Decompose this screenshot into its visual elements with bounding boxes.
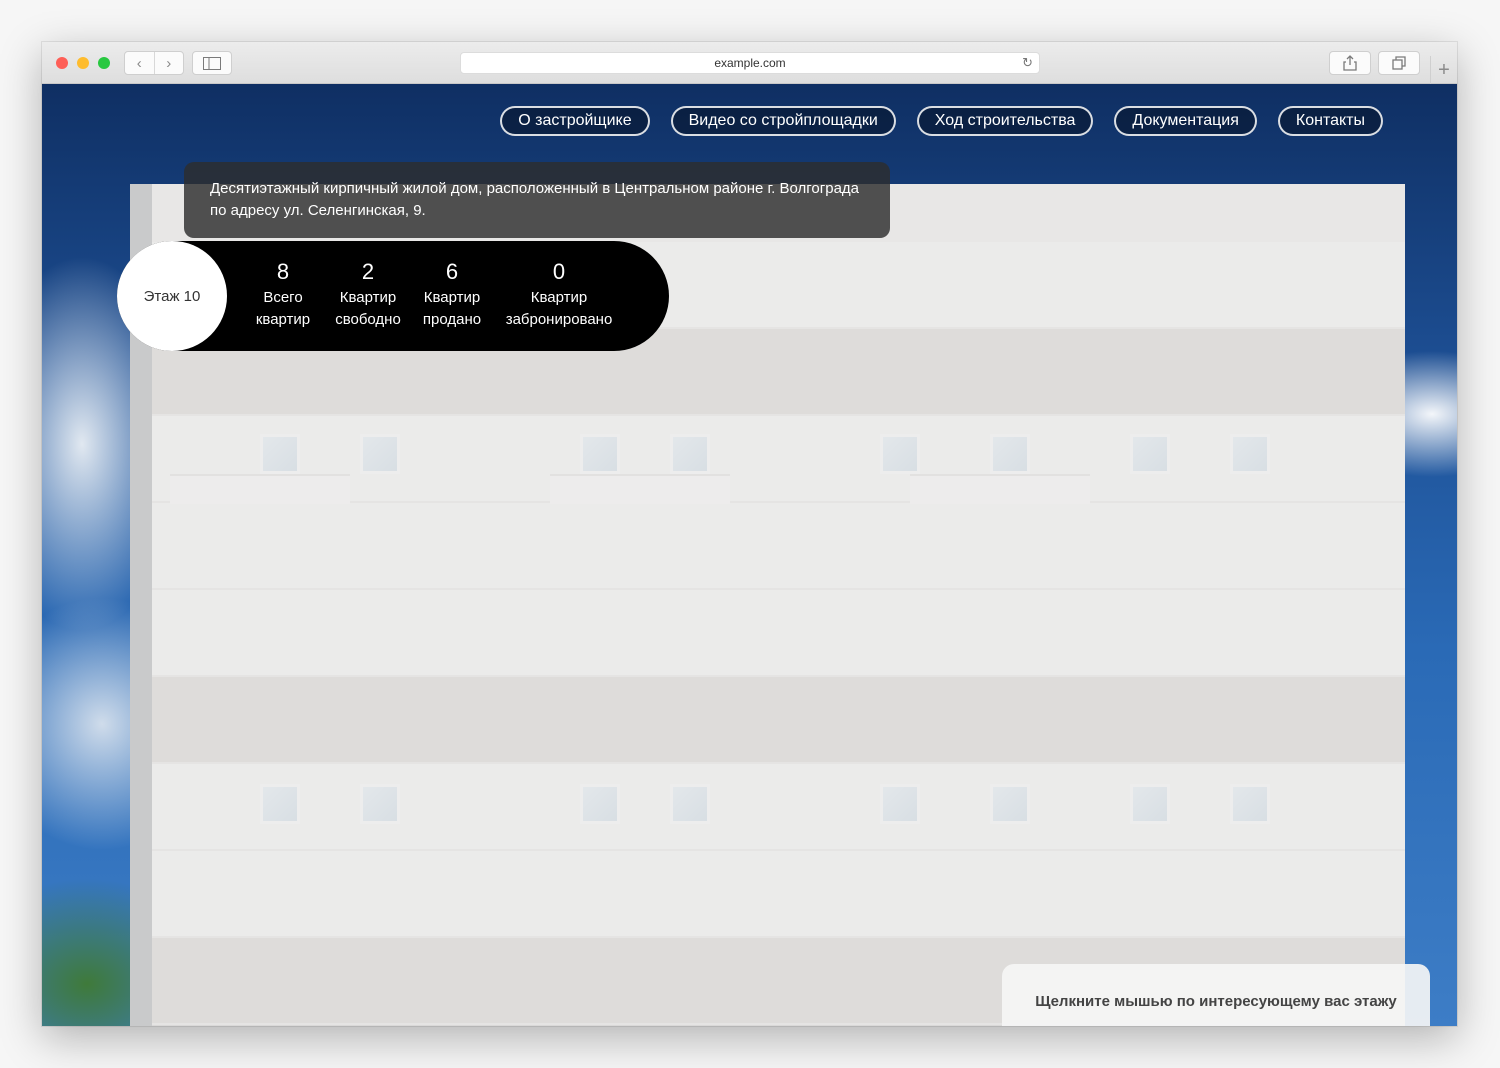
history-nav-group: ‹ › [124, 51, 184, 75]
nav-item-construction-progress[interactable]: Ход строительства [916, 106, 1094, 136]
sidebar-icon-glyph [203, 56, 221, 70]
stat-reserved-label: Квартир забронировано [505, 289, 613, 328]
stat-free-label: Квартир свободно [335, 289, 401, 328]
main-nav: О застройщике Видео со стройплощадки Ход… [500, 106, 1383, 136]
floor-number-badge: Этаж 10 [117, 241, 227, 351]
nav-item-contacts[interactable]: Контакты [1277, 106, 1383, 136]
nav-item-developer[interactable]: О застройщике [500, 106, 650, 136]
chevron-left-icon[interactable]: ‹ [125, 52, 154, 74]
reload-icon[interactable]: ↻ [1022, 55, 1033, 71]
stat-total-value: 8 [276, 259, 290, 284]
stat-sold: 6 Квартир продано [412, 257, 492, 331]
click-floor-hint: Щелкните мышью по интересующему вас этаж… [1002, 964, 1430, 1026]
browser-toolbar: ‹ › example.com ↻ + [42, 42, 1457, 84]
stat-reserved-value: 0 [552, 259, 566, 284]
page-viewport: О застройщике Видео со стройплощадки Ход… [42, 84, 1457, 1026]
stat-sold-value: 6 [445, 259, 459, 284]
stat-sold-label: Квартир продано [422, 289, 482, 328]
share-icon[interactable] [1329, 51, 1371, 75]
address-bar[interactable]: example.com ↻ [460, 52, 1040, 74]
nav-item-site-video[interactable]: Видео со стройплощадки [670, 106, 896, 136]
url-text: example.com [714, 56, 786, 70]
close-window-button[interactable] [56, 57, 68, 69]
stat-free-value: 2 [361, 259, 375, 284]
tabs-icon-glyph [1392, 56, 1406, 70]
plus-icon[interactable]: + [1430, 56, 1457, 84]
building-description: Десятиэтажный кирпичный жилой дом, распо… [184, 162, 890, 238]
tabs-icon[interactable] [1378, 51, 1420, 75]
minimize-window-button[interactable] [77, 57, 89, 69]
stat-total: 8 Всего квартир [247, 257, 319, 331]
browser-window: ‹ › example.com ↻ + О застройщике Видео … [42, 42, 1457, 1026]
sidebar-icon[interactable] [192, 51, 232, 75]
chevron-right-icon[interactable]: › [153, 52, 184, 74]
share-icon-glyph [1343, 55, 1357, 71]
floor-info-panel: Этаж 10 8 Всего квартир 2 Квартир свобод… [117, 241, 669, 351]
stat-total-label: Всего квартир [255, 289, 311, 328]
nav-item-documentation[interactable]: Документация [1114, 106, 1257, 136]
zoom-window-button[interactable] [98, 57, 110, 69]
stat-free: 2 Квартир свободно [327, 257, 409, 331]
stat-reserved: 0 Квартир забронировано [495, 257, 623, 331]
